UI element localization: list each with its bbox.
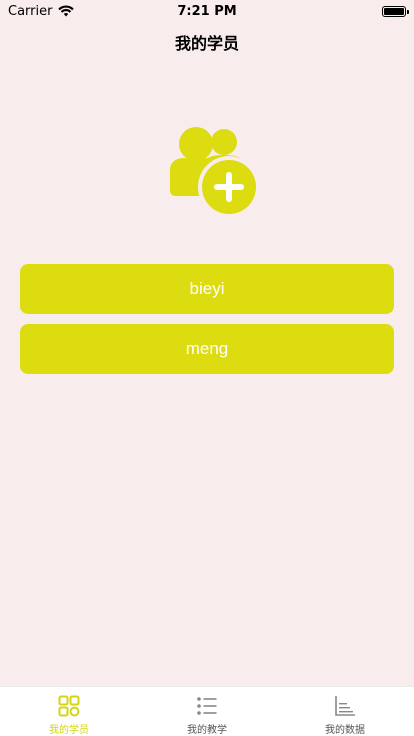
student-button-bieyi[interactable]: bieyi [20, 264, 394, 314]
student-name: bieyi [189, 279, 225, 298]
student-list: bieyi meng [20, 264, 394, 384]
chart-icon [335, 696, 355, 716]
tab-label: 我的数据 [325, 725, 365, 736]
status-time: 7:21 PM [177, 3, 237, 19]
tab-my-teaching[interactable]: 我的教学 [138, 687, 276, 736]
grid-icon [58, 695, 80, 717]
tab-label: 我的教学 [187, 725, 227, 736]
student-button-meng[interactable]: meng [20, 324, 394, 374]
tab-bar: 我的学员 我的教学 我的数据 [0, 686, 414, 736]
tab-label: 我的学员 [49, 725, 89, 736]
student-name: meng [185, 339, 229, 358]
page-title: 我的学员 [174, 34, 239, 53]
add-user-group-icon[interactable] [166, 124, 260, 218]
status-bar: Carrier 7:21 PM [0, 0, 414, 22]
list-icon [197, 697, 217, 715]
tab-my-students[interactable]: 我的学员 [0, 687, 138, 736]
tab-my-data[interactable]: 我的数据 [276, 687, 414, 736]
battery-icon [382, 5, 409, 17]
